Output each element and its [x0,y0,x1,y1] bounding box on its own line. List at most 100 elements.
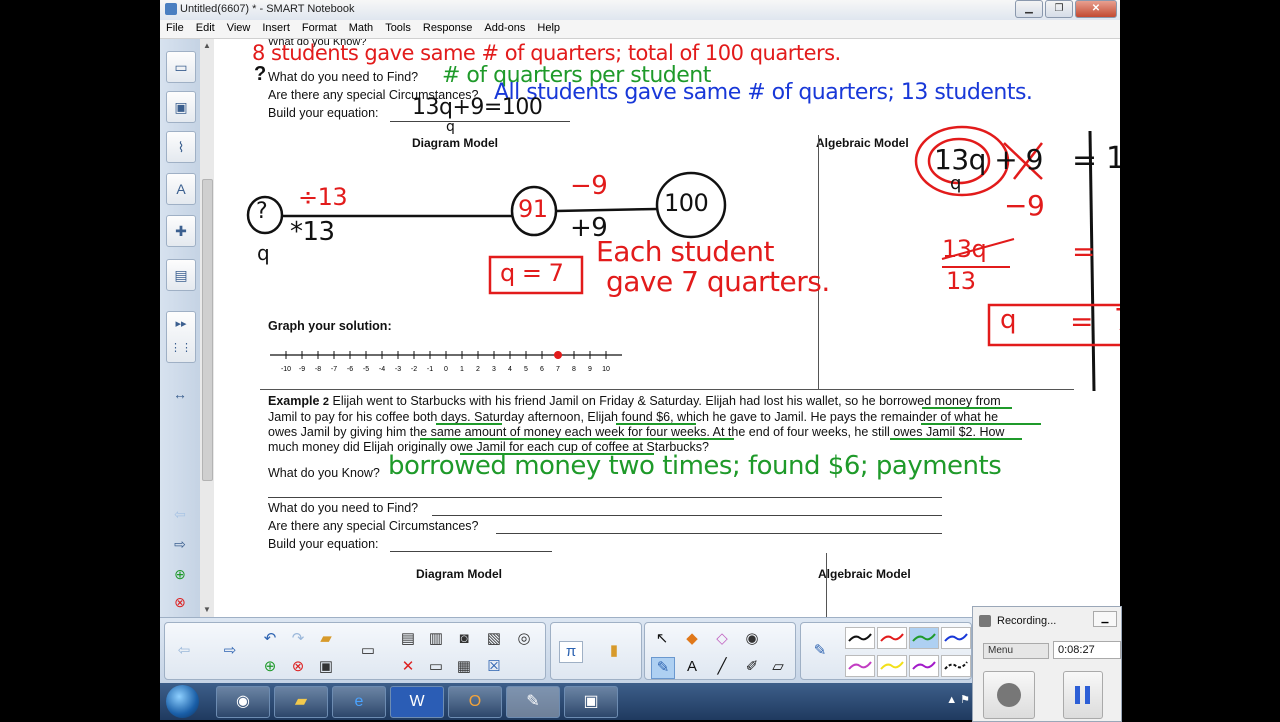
start-button-icon[interactable] [166,685,199,718]
number-line-tick-label: -1 [427,366,433,373]
pause-button[interactable] [1063,671,1103,719]
camera-button[interactable]: ◙ [453,629,475,649]
paste-button[interactable]: ▤ [397,629,419,649]
record-button[interactable] [983,671,1035,719]
whiteboard-canvas[interactable]: What do you Know? ? What do you need to … [214,39,1120,617]
hw-diagram-100: 100 [664,189,709,217]
hw-algebra-result-q: q [1000,305,1017,335]
smart-notebook-taskbar-icon[interactable]: ✎ [506,686,560,718]
menu-format[interactable]: Format [296,20,343,38]
creative-pen-button[interactable]: ✐ [741,657,763,677]
internet-explorer-taskbar-icon[interactable]: e [332,686,386,718]
properties-tab-icon[interactable]: A [166,173,196,205]
pens-tool-button[interactable]: ✎ [651,657,675,679]
addons-tab-icon[interactable]: ✚ [166,215,196,247]
number-line-tick-label: -10 [281,366,291,373]
explorer-taskbar-icon[interactable]: ▰ [274,686,328,718]
open-folder-button[interactable]: ▰ [315,629,337,649]
pen-black[interactable] [845,627,875,649]
ex-find-line [432,515,942,516]
next-page-button[interactable]: ⇨ [219,641,241,661]
menu-tools[interactable]: Tools [379,20,417,38]
pen-red[interactable] [877,627,907,649]
undo-button[interactable]: ↶ [259,629,281,649]
response-button[interactable]: ▮ [603,641,625,661]
menu-view[interactable]: View [221,20,257,38]
add-page-icon[interactable]: ⊕ [166,559,194,589]
shapes-tool-button[interactable]: ◆ [681,629,703,649]
pen-dashed[interactable] [941,655,971,677]
restore-button[interactable]: ❐ [1045,0,1073,18]
hw-diagram-91: 91 [518,195,548,223]
close-button[interactable]: ✕ [1075,0,1117,18]
save-button[interactable]: ▣ [315,657,337,677]
gallery-tab-icon[interactable]: ▣ [166,91,196,123]
table-tool-button[interactable]: ▥ [425,629,447,649]
minimize-button[interactable]: ▁ [1015,0,1043,18]
vertical-scrollbar[interactable]: ▲ ▼ [200,39,215,617]
pen-purple[interactable] [909,655,939,677]
pen-type-button[interactable]: ✎ [809,641,831,661]
app-icon [165,3,177,15]
tray-arrows-icon[interactable]: ▲ ⚑ [946,693,970,706]
insert-table-button[interactable]: ▦ [453,657,475,677]
page-sorter-tab-icon[interactable]: ▭ [166,51,196,83]
firefox-taskbar-icon[interactable]: ◉ [216,686,270,718]
pen-blue[interactable] [941,627,971,649]
menu-edit[interactable]: Edit [190,20,221,38]
math-pi-button[interactable]: π [559,641,583,663]
pen-yellow[interactable] [877,655,907,677]
eraser-tool-button[interactable]: ◇ [711,629,733,649]
menu-addons[interactable]: Add-ons [478,20,531,38]
screen-capture-button[interactable]: ▧ [483,629,505,649]
scroll-down-icon[interactable]: ▼ [203,605,211,614]
scroll-up-icon[interactable]: ▲ [203,41,211,50]
number-line-tick-label: 2 [476,366,480,373]
hw-algebra-cancel9: −9 [1004,189,1045,222]
pen-magenta[interactable] [845,655,875,677]
delete-button[interactable]: ✕ [397,657,419,677]
collapse-tab-icon[interactable]: ▸▸ ⋮⋮ [166,311,196,363]
select-tool-button[interactable]: ↖ [651,629,673,649]
hw-algebra-eq: = [1072,143,1097,178]
line-tool-button[interactable]: ╱ [711,657,733,677]
previous-page-icon[interactable]: ⇦ [166,499,194,529]
word-taskbar-icon[interactable]: W [390,686,444,718]
fullscreen-button[interactable]: ▭ [425,657,447,677]
menu-math[interactable]: Math [343,20,379,38]
screen-shade-button[interactable]: ▭ [357,641,379,661]
menu-help[interactable]: Help [531,20,566,38]
outlook-taskbar-icon[interactable]: O [448,686,502,718]
recording-timer: 0:08:27 [1053,641,1121,659]
delete-page-button[interactable]: ⊗ [287,657,309,677]
menu-response[interactable]: Response [417,20,479,38]
resize-arrows-icon[interactable]: ↔ [166,379,194,409]
ex-equation-label: Build your equation: [268,537,379,551]
hw-algebra-13-bottom: 13 [946,267,976,295]
redo-button[interactable]: ↷ [287,629,309,649]
next-page-icon[interactable]: ⇨ [166,529,194,559]
ex-circumstances-label: Are there any special Circumstances? [268,519,479,533]
hw-algebra-lhs-sub: q [950,173,961,194]
eraser-button[interactable]: ▱ [767,657,789,677]
diagram-link-2 [555,207,658,213]
right-letterbox [1120,0,1280,720]
recording-menu-button[interactable]: Menu [983,643,1049,659]
delete-page-icon[interactable]: ⊗ [166,587,194,617]
clear-button[interactable]: ☒ [483,657,505,677]
response-tab-icon[interactable]: ▤ [166,259,196,291]
recording-minimize-button[interactable]: ▁ [1093,611,1117,627]
attachments-tab-icon[interactable]: ⌇ [166,131,196,163]
menu-file[interactable]: File [160,20,190,38]
previous-page-button[interactable]: ⇦ [173,641,195,661]
recorder-taskbar-icon[interactable]: ▣ [564,686,618,718]
properties-button[interactable]: ◎ [513,629,535,649]
text-tool-button[interactable]: A [681,657,703,677]
pen-green[interactable] [909,627,939,649]
menu-insert[interactable]: Insert [256,20,296,38]
menu-bar: File Edit View Insert Format Math Tools … [160,20,1120,39]
add-page-button[interactable]: ⊕ [259,657,281,677]
side-tabs: ▭ ▣ ⌇ A ✚ ▤ ▸▸ ⋮⋮ ↔ ⇦ ⇨ ⊕ ⊗ [160,39,201,617]
fill-tool-button[interactable]: ◉ [741,629,763,649]
scroll-thumb[interactable] [202,179,213,481]
